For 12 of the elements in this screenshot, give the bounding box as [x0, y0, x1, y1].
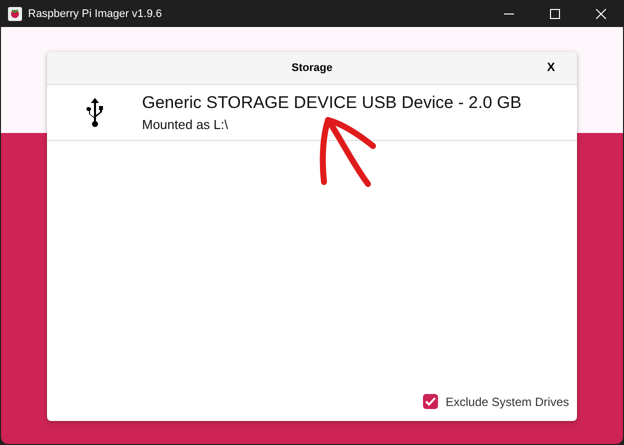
close-button[interactable]: X	[544, 60, 557, 74]
checkmark-icon	[424, 397, 436, 406]
app-icon	[8, 6, 22, 20]
dialog-title: Storage	[292, 62, 332, 74]
maximize-icon	[550, 8, 560, 18]
device-row[interactable]: Generic STORAGE DEVICE USB Device - 2.0 GB Mounted as L:\	[47, 85, 577, 141]
device-name: Generic STORAGE DEVICE USB Device - 2.0 GB	[142, 93, 522, 113]
exclude-system-drives-checkbox[interactable]: Exclude System Drives	[422, 394, 569, 409]
usb-icon	[86, 98, 104, 128]
mount-point: Mounted as L:\	[142, 117, 229, 132]
close-icon	[596, 8, 606, 18]
window-title: Raspberry Pi Imager v1.9.6	[28, 8, 162, 20]
